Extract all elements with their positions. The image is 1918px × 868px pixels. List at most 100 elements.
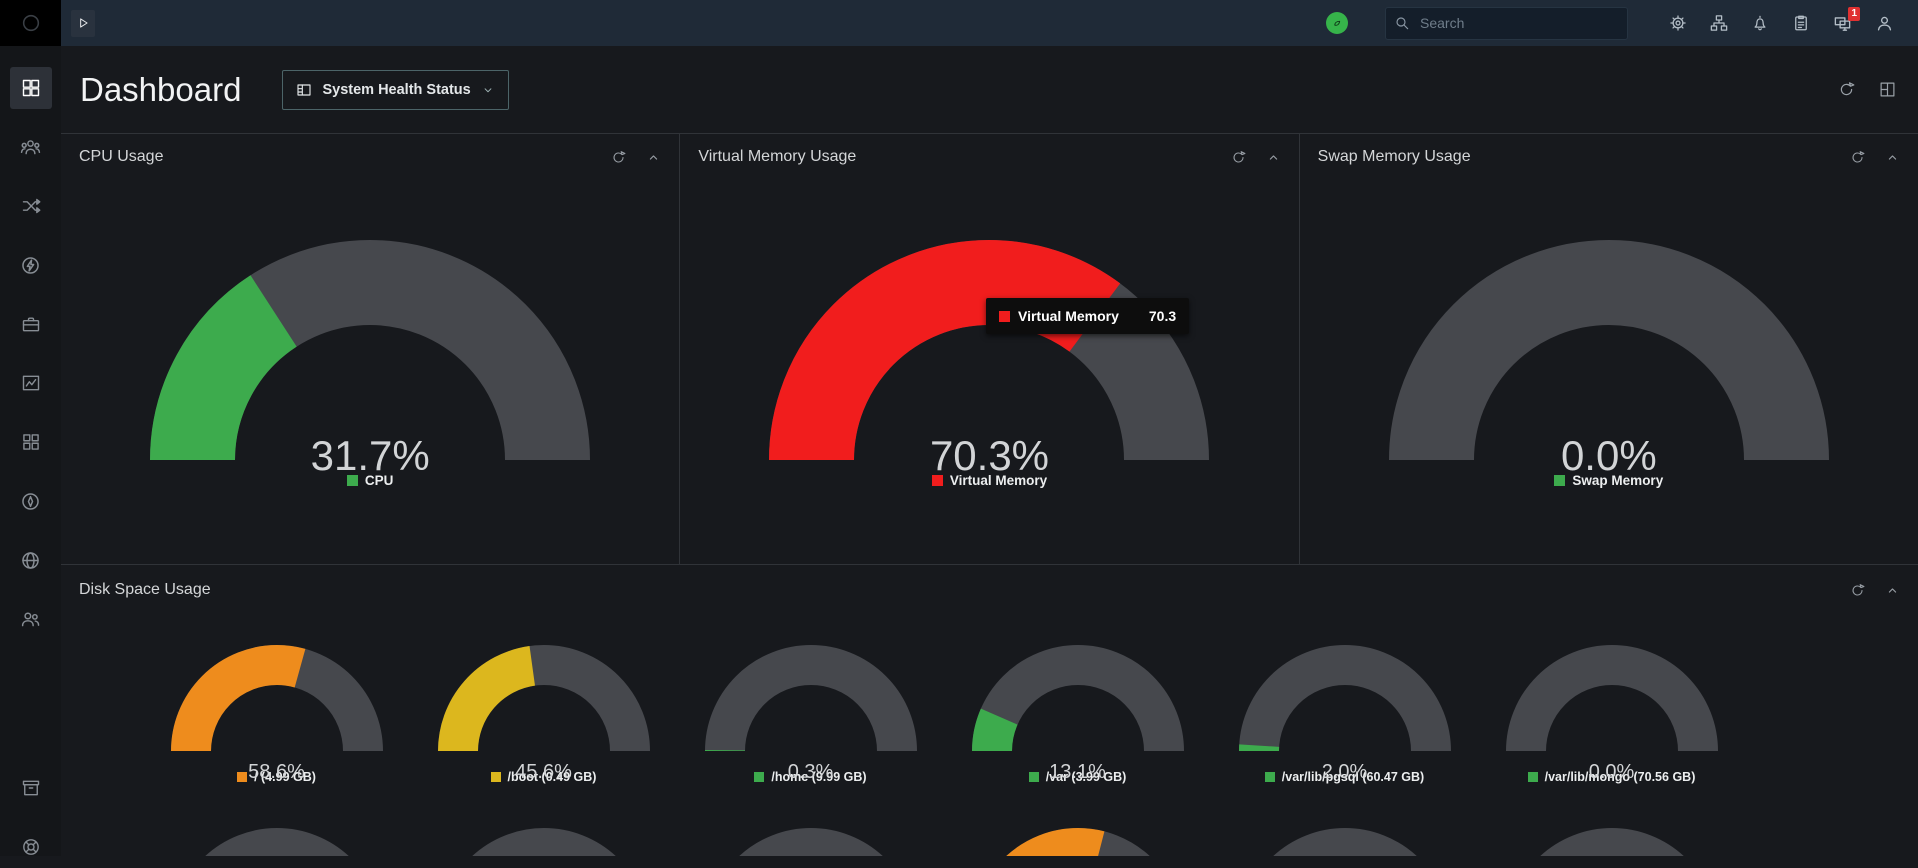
search-box	[1385, 6, 1628, 40]
briefcase-icon	[22, 317, 39, 332]
sidebar-item-monitoring[interactable]	[10, 126, 52, 168]
dashboard-edit-layout-button[interactable]	[1879, 81, 1896, 98]
panel-title: Virtual Memory Usage	[698, 148, 857, 165]
disk-gauge-var: 13.1% /var (3.99 GB)	[970, 645, 1186, 784]
panel-collapse-button[interactable]	[1885, 150, 1900, 165]
integrations-button[interactable]	[1710, 14, 1728, 32]
sidebar-bottom-group	[10, 767, 52, 856]
search-icon	[1396, 16, 1409, 29]
disk-gauge-partial	[1504, 828, 1720, 856]
compass-icon	[22, 492, 39, 510]
chevron-down-icon	[484, 87, 492, 92]
gear-icon	[1670, 15, 1686, 31]
virtual-memory-panel: Virtual Memory Usage 70.3% Virtual Memor…	[680, 134, 1299, 564]
tooltip-value: 70.3	[1148, 308, 1177, 324]
dashboard-selector[interactable]: System Health Status	[282, 69, 509, 110]
app-root: 1 Dashboard System Health Status	[0, 0, 1918, 856]
lifebuoy-icon	[22, 839, 39, 855]
topbar: 1	[61, 0, 1918, 46]
modules-icon	[22, 434, 39, 450]
search-input[interactable]	[1385, 6, 1628, 40]
disk-space-panel: Disk Space Usage 58.6% / (4.99 GB) 45.6%…	[61, 564, 1918, 856]
tooltip-label: Virtual Memory	[1018, 308, 1119, 324]
sidebar-item-services[interactable]	[10, 185, 52, 227]
sitemap-icon	[1710, 15, 1728, 31]
slides-icon	[297, 83, 312, 96]
disk-gauge-mongo: 0.0% /var/lib/mongo (70.56 GB)	[1504, 645, 1720, 784]
panel-collapse-button[interactable]	[1885, 583, 1900, 598]
virtual-memory-gauge: 70.3% Virtual Memory	[769, 240, 1210, 488]
cpu-gauge: 31.7% CPU	[150, 240, 591, 488]
globe-icon	[22, 551, 39, 569]
sidebar-item-dashboards[interactable]	[9, 67, 52, 109]
app-logo	[0, 0, 61, 46]
cpu-usage-panel: CPU Usage 31.7% CPU	[61, 134, 680, 564]
disk-gauge-partial	[703, 828, 919, 856]
sidebar-item-support[interactable]	[10, 826, 52, 868]
sidebar-item-web[interactable]	[10, 539, 52, 581]
dashboard-selector-label: System Health Status	[322, 81, 471, 98]
widget-row-1: CPU Usage 31.7% CPU Virtual Memory Usage…	[61, 133, 1918, 564]
sidebar-item-alerts[interactable]	[10, 480, 52, 522]
gauge-value: 70.3%	[929, 432, 1050, 479]
panel-title: Swap Memory Usage	[1317, 148, 1471, 165]
play-icon	[80, 18, 88, 28]
panel-collapse-button[interactable]	[646, 150, 661, 165]
panel-title: Disk Space Usage	[79, 581, 211, 598]
logo-icon	[22, 14, 39, 32]
dashboard-refresh-button[interactable]	[1838, 81, 1855, 98]
refresh-icon	[1840, 82, 1855, 96]
panel-refresh-button[interactable]	[611, 150, 626, 165]
panel-refresh-button[interactable]	[1850, 583, 1865, 598]
panel-refresh-button[interactable]	[1850, 150, 1865, 165]
archive-icon	[22, 780, 39, 796]
chart-icon	[22, 375, 39, 391]
alert-badge: 1	[1848, 6, 1860, 21]
users-group-icon	[20, 139, 41, 154]
swap-memory-gauge: 0.0% Swap Memory	[1388, 240, 1829, 488]
chevron-up-icon	[650, 154, 658, 160]
hosts-alerts-button[interactable]: 1	[1833, 6, 1860, 33]
disk-gauge-pgsql: 2.0% /var/lib/pgsql (60.47 GB)	[1237, 645, 1453, 784]
gauge-value: 0.0%	[1588, 761, 1635, 783]
sidebar-item-reports[interactable]	[10, 362, 52, 404]
page-title: Dashboard	[80, 70, 242, 108]
checklist-icon	[1795, 15, 1807, 31]
disk-gauge-grid: 58.6% / (4.99 GB) 45.6% /boot (0.49 GB) …	[61, 645, 1918, 856]
user-menu-button[interactable]	[1875, 14, 1894, 33]
disk-gauge-partial	[436, 828, 652, 856]
settings-button[interactable]	[1669, 14, 1687, 32]
chevron-up-icon	[1888, 587, 1897, 593]
disk-gauge-boot: 45.6% /boot (0.49 GB)	[436, 645, 652, 784]
sidebar-item-archive[interactable]	[10, 767, 52, 809]
panel-refresh-button[interactable]	[1231, 150, 1246, 165]
layout-icon	[1880, 82, 1895, 97]
main-content: Dashboard System Health Status CPU Usage	[61, 46, 1918, 856]
disk-gauge-partial	[169, 828, 385, 856]
gauge-value: 58.6%	[248, 761, 305, 783]
gauge-value: 45.6%	[515, 761, 572, 783]
gauge-value: 0.0%	[1560, 432, 1657, 479]
gauge-value: 2.0%	[1321, 761, 1368, 783]
tasks-button[interactable]	[1792, 14, 1810, 32]
tooltip-swatch	[999, 310, 1010, 322]
panel-title: CPU Usage	[79, 148, 164, 165]
topbar-right-group: 1	[1326, 6, 1894, 40]
user-icon	[1877, 16, 1892, 31]
chevron-up-icon	[1269, 154, 1277, 160]
sidebar-item-inventory[interactable]	[10, 303, 52, 345]
gauge-value: 0.3%	[787, 761, 834, 783]
sidebar-item-data-collection[interactable]	[10, 421, 52, 463]
refresh-icon	[1233, 150, 1246, 163]
sidebar-item-users[interactable]	[10, 598, 52, 640]
disk-gauge-root: 58.6% / (4.99 GB)	[169, 645, 385, 784]
panel-collapse-button[interactable]	[1266, 150, 1281, 165]
notifications-button[interactable]	[1751, 14, 1769, 32]
header-actions	[1838, 81, 1896, 98]
sidebar-item-events[interactable]	[10, 244, 52, 286]
gauge-value: 13.1%	[1049, 761, 1106, 783]
refresh-icon	[613, 150, 626, 163]
dashboard-header: Dashboard System Health Status	[61, 46, 1918, 133]
refresh-icon	[1852, 150, 1865, 163]
sidebar-expand-button[interactable]	[71, 9, 95, 37]
